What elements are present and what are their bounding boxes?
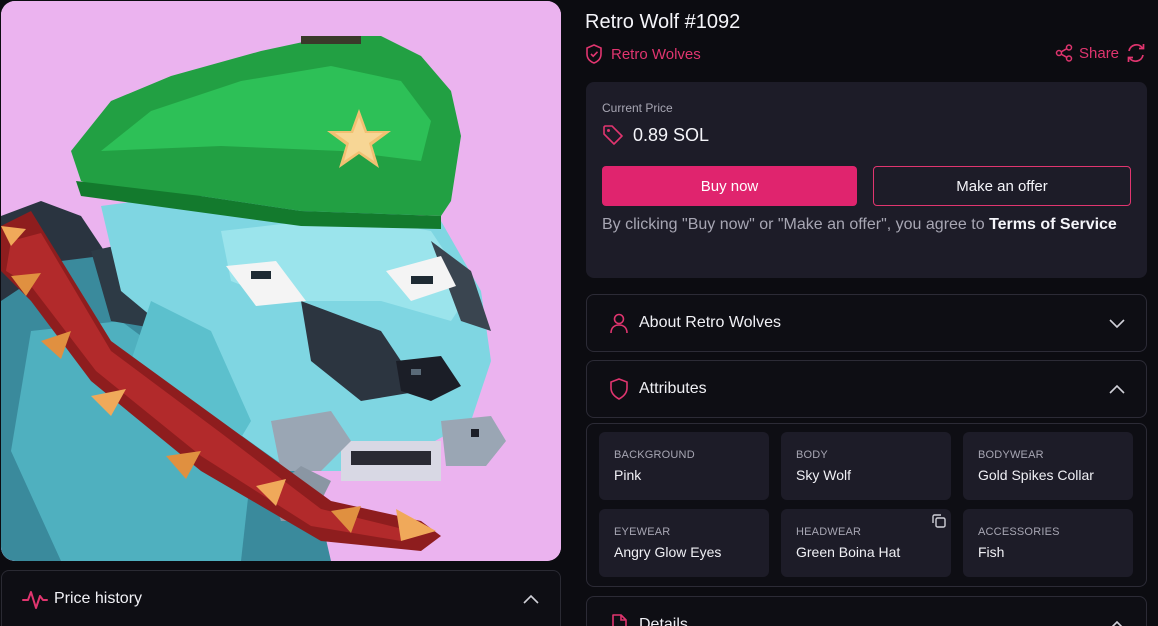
attribute-value: Gold Spikes Collar <box>978 467 1094 483</box>
current-price: 0.89 SOL <box>602 122 709 148</box>
share-label: Share <box>1079 44 1120 62</box>
attribute-value: Fish <box>978 544 1005 560</box>
attribute-type: EYEWEAR <box>614 526 671 538</box>
collection-name: Retro Wolves <box>611 45 701 63</box>
terms-notice: By clicking "Buy now" or "Make an offer"… <box>602 213 1122 237</box>
copy-icon[interactable] <box>930 512 948 530</box>
terms-of-service-link[interactable]: Terms of Service <box>989 216 1117 233</box>
details-section[interactable]: Details <box>586 596 1147 626</box>
attributes-section[interactable]: Attributes <box>586 360 1147 418</box>
share-button[interactable]: Share <box>1055 42 1119 64</box>
attribute-type: HEADWEAR <box>796 526 862 538</box>
chevron-up-icon[interactable] <box>1108 618 1126 626</box>
nft-title: Retro Wolf #1092 <box>585 11 741 33</box>
price-value: 0.89 SOL <box>633 124 710 145</box>
chevron-up-icon[interactable] <box>522 592 540 606</box>
attributes-grid: BACKGROUND Pink BODY Sky Wolf BODYWEAR G… <box>586 423 1147 587</box>
attribute-type: ACCESSORIES <box>978 526 1060 538</box>
chevron-down-icon[interactable] <box>1108 316 1126 330</box>
document-icon <box>612 614 627 626</box>
attribute-value: Green Boina Hat <box>796 544 901 560</box>
terms-text: By clicking "Buy now" or "Make an offer"… <box>602 216 990 233</box>
attribute-tile[interactable]: BODYWEAR Gold Spikes Collar <box>963 432 1133 500</box>
collection-link[interactable]: Retro Wolves <box>585 43 701 65</box>
activity-icon <box>22 591 48 609</box>
attribute-tile[interactable]: BODY Sky Wolf <box>781 432 951 500</box>
attributes-title: Attributes <box>639 380 707 397</box>
attribute-tile[interactable]: BACKGROUND Pink <box>599 432 769 500</box>
details-header[interactable]: Details <box>587 597 1146 626</box>
attribute-tile[interactable]: ACCESSORIES Fish <box>963 509 1133 577</box>
attribute-value: Sky Wolf <box>796 467 851 483</box>
shield-icon <box>610 378 628 400</box>
details-title: Details <box>639 616 688 626</box>
refresh-icon[interactable] <box>1125 42 1147 64</box>
about-collection-section[interactable]: About Retro Wolves <box>586 294 1147 352</box>
about-header[interactable]: About Retro Wolves <box>587 295 1146 351</box>
price-history-title: Price history <box>54 590 143 607</box>
attribute-tile[interactable]: HEADWEAR Green Boina Hat <box>781 509 951 577</box>
price-tag-icon <box>603 125 623 145</box>
attribute-tile[interactable]: EYEWEAR Angry Glow Eyes <box>599 509 769 577</box>
verified-shield-icon <box>586 44 602 64</box>
attribute-type: BODYWEAR <box>978 449 1044 461</box>
user-icon <box>610 313 628 334</box>
nft-image[interactable] <box>1 1 561 561</box>
retro-wolf-artwork <box>1 1 561 561</box>
attribute-type: BACKGROUND <box>614 449 695 461</box>
price-card: Current Price 0.89 SOL Buy now Make an o… <box>586 82 1147 278</box>
attribute-type: BODY <box>796 449 828 461</box>
attributes-header[interactable]: Attributes <box>587 361 1146 417</box>
buy-now-button[interactable]: Buy now <box>602 166 857 206</box>
make-offer-button[interactable]: Make an offer <box>873 166 1131 206</box>
about-title: About Retro Wolves <box>639 314 781 331</box>
price-history-section[interactable]: Price history <box>1 570 561 626</box>
chevron-up-icon[interactable] <box>1108 382 1126 396</box>
attribute-value: Angry Glow Eyes <box>614 544 722 560</box>
current-price-label: Current Price <box>602 101 673 115</box>
share-icon <box>1055 44 1073 62</box>
attribute-value: Pink <box>614 467 642 483</box>
